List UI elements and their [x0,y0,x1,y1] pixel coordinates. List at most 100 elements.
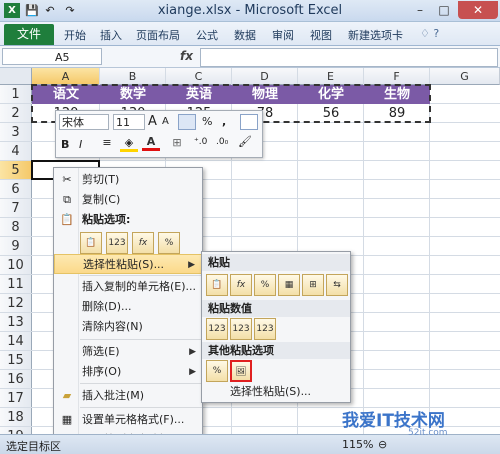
tab-formulas[interactable]: 公式 [196,27,218,43]
tab-data[interactable]: 数据 [234,27,256,43]
tab-file[interactable]: 文件 [4,24,54,45]
row-header[interactable]: 12 [0,294,32,313]
menu-item-delete[interactable]: 删除(D)... [54,297,202,317]
row-header[interactable]: 2 [0,104,32,123]
decrease-decimal-icon[interactable]: .0₀ [216,137,228,147]
shrink-font-button[interactable]: A [162,116,169,127]
zoom-level[interactable]: 115% [342,438,373,451]
menu-item-insert-comment[interactable]: ▰ 插入批注(M) [54,386,202,406]
header-cell[interactable]: 英语 [166,85,232,104]
row-header[interactable]: 3 [0,123,32,142]
close-button[interactable]: ✕ [458,1,498,19]
header-cell[interactable]: 语文 [32,85,100,104]
column-header-a[interactable]: A [32,68,100,85]
paste-formulas-button[interactable]: fx [230,274,252,296]
row-header[interactable]: 19 [0,427,32,434]
comma-button[interactable]: , [222,115,226,128]
menu-item-format-cells[interactable]: ▦ 设置单元格格式(F)... [54,410,202,430]
row-header[interactable]: 14 [0,332,32,351]
name-box[interactable]: A5 [2,48,102,65]
header-cell[interactable]: 化学 [298,85,364,104]
row-header[interactable]: 7 [0,199,32,218]
column-header-c[interactable]: C [166,68,232,85]
chevron-right-icon: ▶ [189,347,196,357]
row-header[interactable]: 15 [0,351,32,370]
paste-options-header: 📋 粘贴选项: [60,213,131,226]
paste-picture-button[interactable]: 🖼 [230,360,252,382]
increase-decimal-icon[interactable]: ⁺.0 [194,137,207,147]
header-cell[interactable]: 物理 [232,85,298,104]
row-header[interactable]: 1 [0,85,32,104]
row-header[interactable]: 17 [0,389,32,408]
row-header[interactable]: 10 [0,256,32,275]
row-header[interactable]: 9 [0,237,32,256]
submenu-item-paste-special[interactable]: 选择性粘贴(S)... [202,382,350,402]
column-header-b[interactable]: B [100,68,166,85]
tab-insert[interactable]: 插入 [100,27,122,43]
paste-all-button[interactable]: 📋 [206,274,228,296]
menu-item-clear[interactable]: 清除内容(N) [54,317,202,337]
italic-button[interactable]: I [79,138,82,151]
paste-column-width-button[interactable]: ⇆ [326,274,348,296]
row-header[interactable]: 13 [0,313,32,332]
select-all-corner[interactable] [0,68,32,85]
paste-formulas-button[interactable]: fx [132,232,154,254]
header-cell[interactable]: 数学 [100,85,166,104]
paste-keep-format-button[interactable]: ▦ [278,274,300,296]
row-header[interactable]: 18 [0,408,32,427]
fill-color-icon[interactable]: ◈ [120,136,138,154]
menu-item-copy[interactable]: ⧉ 复制(C) [54,190,202,210]
row-header[interactable]: 6 [0,180,32,199]
zoom-out-icon[interactable]: ⊖ [378,438,387,451]
paste-values-button[interactable]: 123 [206,318,228,340]
paste-values-button[interactable]: 123 [106,232,128,254]
tab-view[interactable]: 视图 [310,27,332,43]
minimize-button[interactable]: – [408,1,432,19]
font-size-box[interactable]: 11 [113,114,145,130]
menu-item-insert-copied[interactable]: 插入复制的单元格(E)... [54,277,202,297]
format-painter-icon[interactable] [178,114,196,130]
row-header[interactable]: 5 [0,161,32,180]
borders-icon[interactable]: ⊞ [168,136,186,152]
paste-no-borders-button[interactable]: ⊞ [302,274,324,296]
maximize-button[interactable]: □ [432,1,456,19]
row-header[interactable]: 11 [0,275,32,294]
font-name-box[interactable]: 宋体 [59,114,109,130]
value-cell[interactable]: 89 [364,104,430,123]
menu-item-sort[interactable]: 排序(O) ▶ [54,362,202,382]
formula-input[interactable] [200,48,498,67]
row-header[interactable]: 16 [0,370,32,389]
paste-button[interactable]: 📋 [80,232,102,254]
column-header-e[interactable]: E [298,68,364,85]
menu-item-filter[interactable]: 筛选(E) ▶ [54,342,202,362]
value-cell[interactable]: 56 [298,104,364,123]
tab-home[interactable]: 开始 [64,27,86,43]
ribbon-tabs: 文件 开始 插入 页面布局 公式 数据 审阅 视图 新建选项卡 ♢ ? [0,22,500,46]
bold-button[interactable]: B [61,138,69,151]
row-header[interactable]: 8 [0,218,32,237]
header-cell[interactable]: 生物 [364,85,430,104]
status-text: 选定目标区 [6,440,61,453]
tab-new[interactable]: 新建选项卡 [348,27,403,43]
percent-button[interactable]: % [202,115,212,128]
tab-review[interactable]: 审阅 [272,27,294,43]
tab-page-layout[interactable]: 页面布局 [136,27,180,43]
paste-formatting-button[interactable]: % [206,360,228,382]
fx-icon[interactable]: fx [180,49,193,63]
help-icon[interactable]: ♢ ? [420,27,439,40]
font-color-icon[interactable]: A [142,135,160,153]
grow-font-button[interactable]: A [148,114,157,129]
paste-format-button[interactable]: % [158,232,180,254]
menu-item-paste-special[interactable]: 选择性粘贴(S)... ▶ [54,254,202,274]
paste-formulas-numbers-button[interactable]: % [254,274,276,296]
paste-values-numbers-button[interactable]: 123 [230,318,252,340]
column-header-f[interactable]: F [364,68,430,85]
format-icon[interactable] [240,114,258,130]
row-header[interactable]: 4 [0,142,32,161]
brush-icon[interactable]: 🖌 [238,135,252,148]
paste-values-source-button[interactable]: 123 [254,318,276,340]
align-center-icon[interactable]: ≡ [96,136,118,154]
menu-item-cut[interactable]: ✂ 剪切(T) [54,170,202,190]
column-header-g[interactable]: G [430,68,500,85]
column-header-d[interactable]: D [232,68,298,85]
